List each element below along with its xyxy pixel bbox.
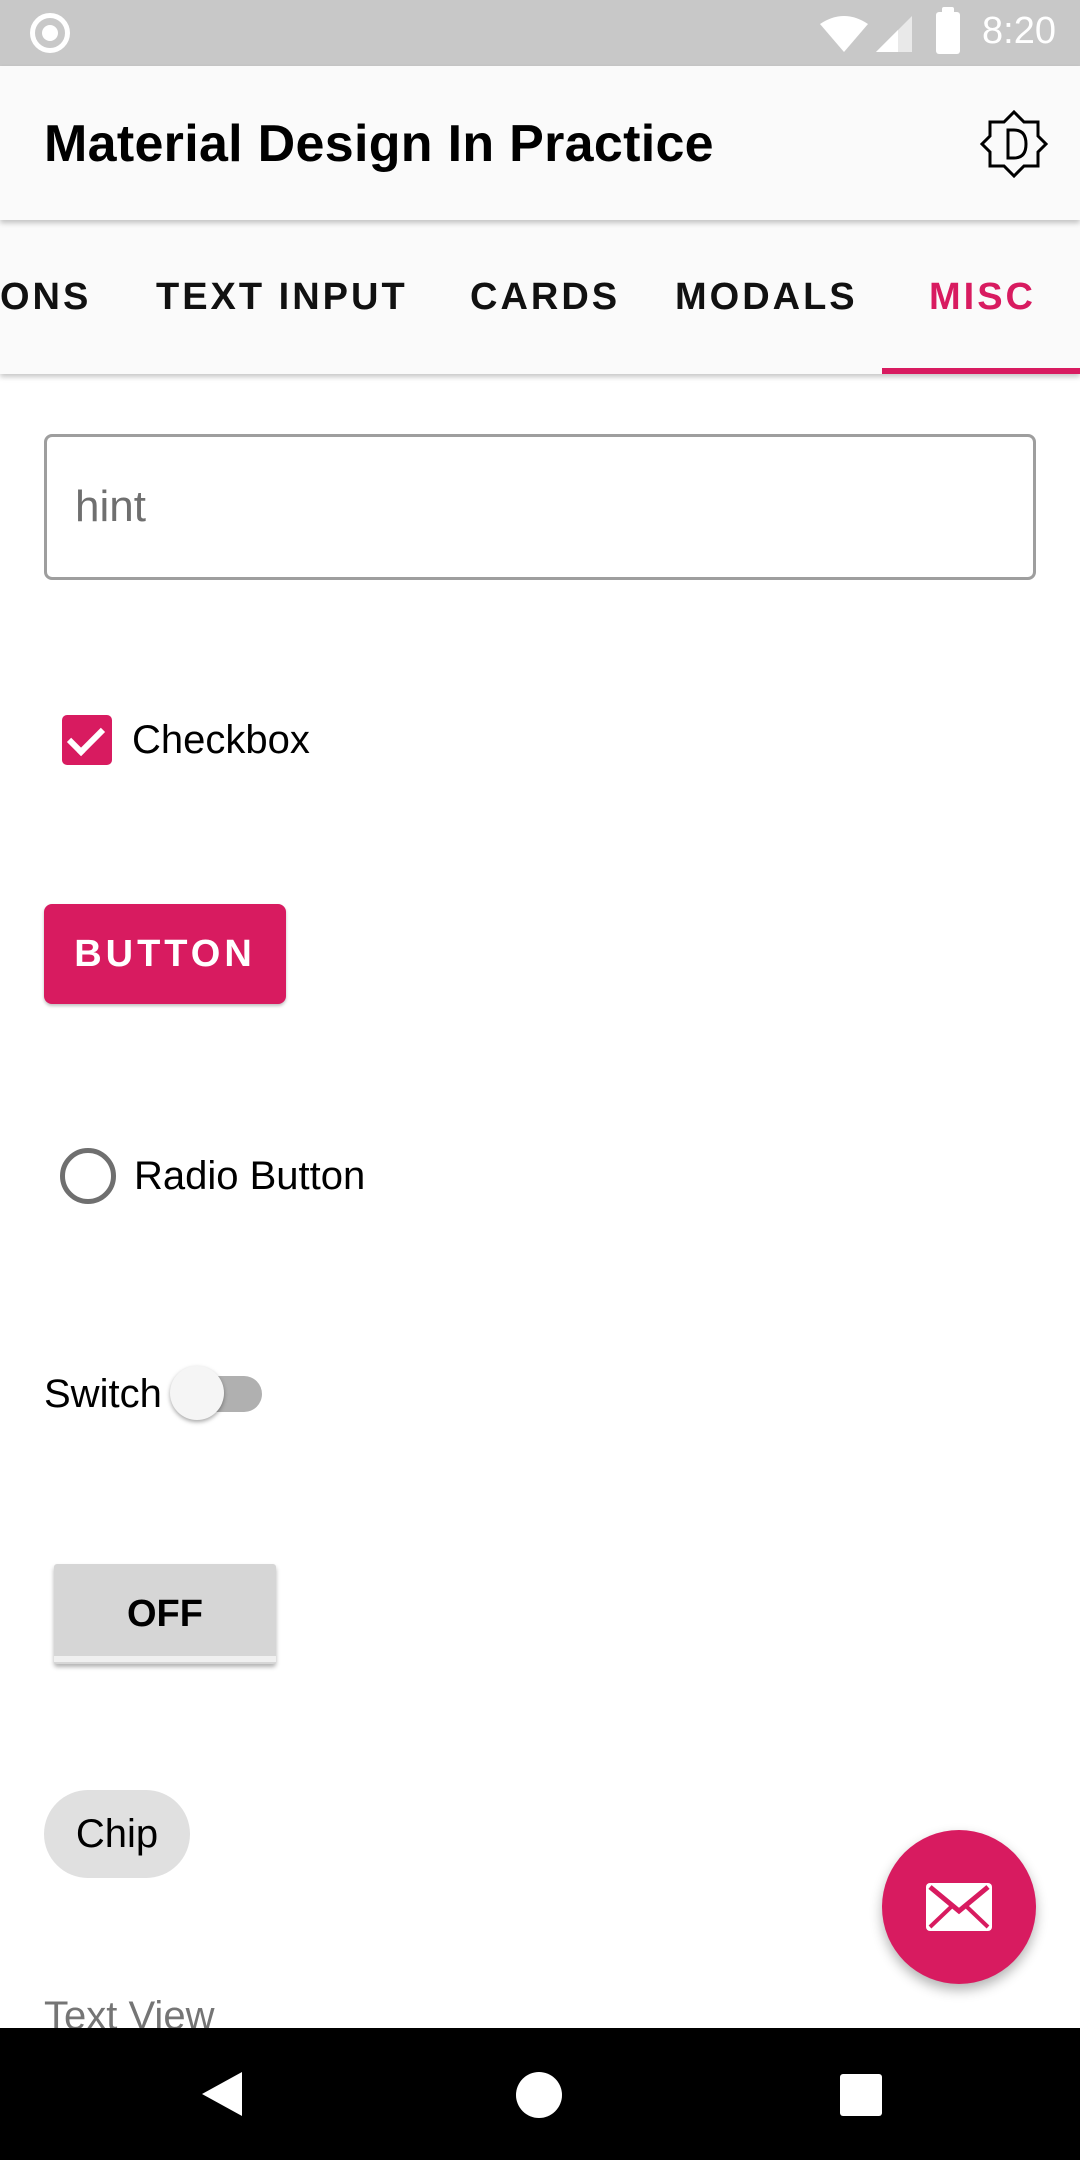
status-time: 8:20 — [982, 10, 1056, 52]
recents-icon[interactable] — [840, 2074, 882, 2116]
notification-circle-icon — [30, 13, 70, 53]
chip[interactable]: Chip — [44, 1790, 190, 1878]
tab-cards[interactable]: CARDS — [470, 276, 620, 319]
status-bar: 8:20 — [0, 0, 1080, 66]
radio-label: Radio Button — [134, 1153, 366, 1198]
hint-input[interactable] — [75, 437, 1005, 577]
text-field[interactable] — [44, 434, 1036, 580]
toggle-indicator — [54, 1656, 276, 1662]
toggle-button[interactable]: OFF — [54, 1564, 276, 1664]
home-icon[interactable] — [516, 2072, 562, 2118]
primary-button[interactable]: BUTTON — [44, 904, 286, 1004]
tab-bar: ONS TEXT INPUT CARDS MODALS MISC — [0, 220, 1080, 374]
battery-icon — [936, 7, 960, 54]
checkbox-label: Checkbox — [132, 717, 310, 762]
misc-content: Checkbox BUTTON Radio Button Switch OFF … — [0, 374, 1080, 2028]
radio-row[interactable]: Radio Button — [60, 1146, 365, 1206]
wifi-icon — [820, 16, 868, 52]
brightness-auto-icon[interactable] — [978, 108, 1050, 180]
page-title: Material Design In Practice — [44, 115, 714, 173]
tab-buttons[interactable]: ONS — [0, 276, 91, 319]
switch-label: Switch — [44, 1371, 162, 1416]
switch-thumb[interactable] — [169, 1366, 224, 1420]
system-nav-bar — [0, 2028, 1080, 2160]
email-fab[interactable] — [882, 1830, 1036, 1984]
back-icon[interactable] — [200, 2070, 244, 2118]
tab-modals[interactable]: MODALS — [675, 276, 858, 319]
tab-indicator — [882, 368, 1080, 374]
text-view: Text View — [44, 1994, 215, 2028]
app-bar: Material Design In Practice — [0, 66, 1080, 220]
signal-icon — [876, 16, 912, 52]
switch-toggle[interactable] — [169, 1366, 262, 1420]
email-icon — [926, 1883, 992, 1931]
checkbox-row[interactable]: Checkbox — [62, 710, 310, 770]
tab-misc[interactable]: MISC — [929, 276, 1036, 319]
switch-row[interactable]: Switch — [44, 1364, 262, 1424]
checkbox[interactable] — [62, 715, 112, 765]
radio-button[interactable] — [60, 1148, 116, 1204]
tab-text-input[interactable]: TEXT INPUT — [156, 276, 408, 319]
